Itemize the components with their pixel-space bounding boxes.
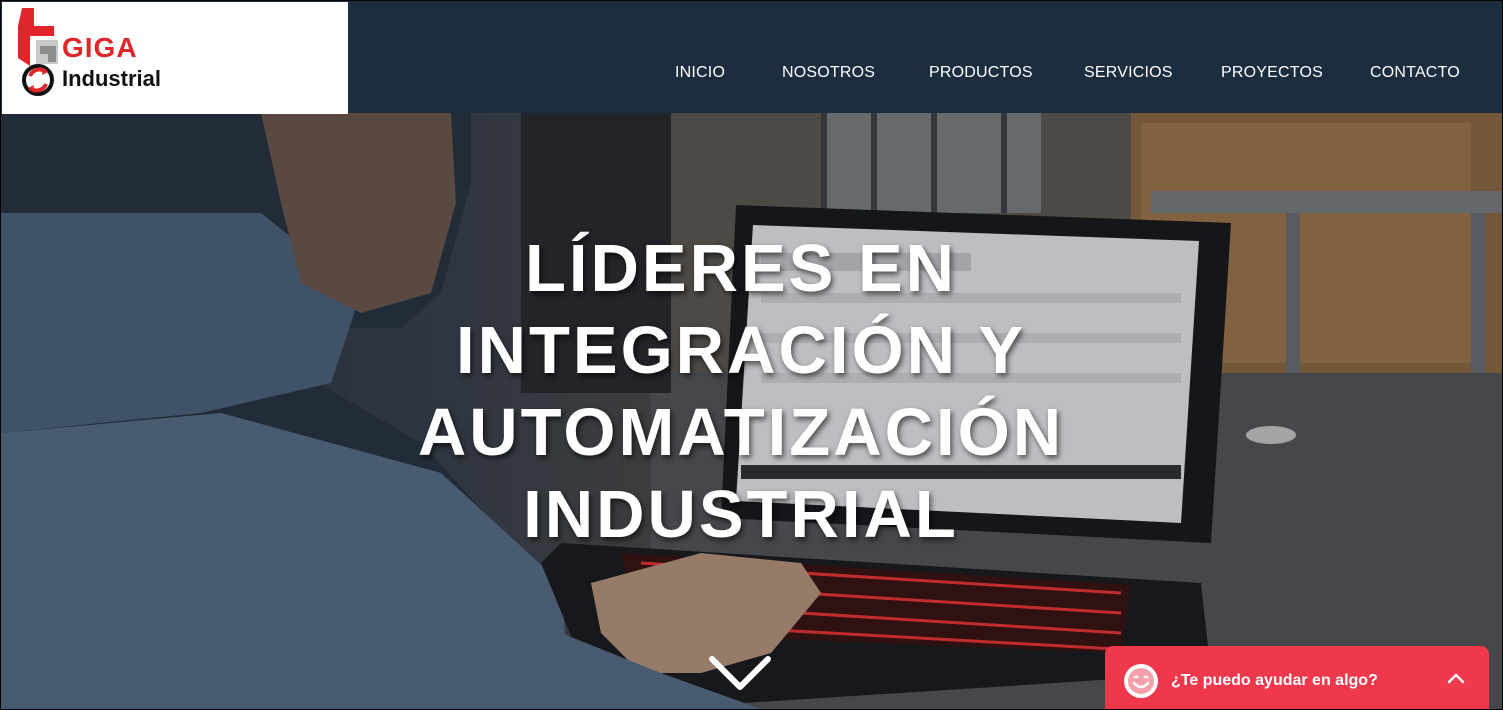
chevron-down-icon[interactable]: [708, 653, 772, 693]
chevron-up-icon[interactable]: [1447, 672, 1465, 684]
chat-widget[interactable]: ¿Te puedo ayudar en algo?: [1105, 646, 1489, 709]
nav-item-productos[interactable]: PRODUCTOS: [929, 64, 1033, 82]
site-header: GIGA Industrial INICIO NOSOTROS PRODUCTO…: [1, 1, 1502, 114]
logo-subtitle: Industrial: [62, 66, 162, 91]
nav-item-proyectos[interactable]: PROYECTOS: [1221, 64, 1323, 82]
nav-item-contacto[interactable]: CONTACTO: [1370, 64, 1460, 82]
hero-title: LÍDERES EN INTEGRACIÓN Y AUTOMATIZACIÓN …: [331, 228, 1151, 556]
logo[interactable]: GIGA Industrial: [2, 2, 348, 114]
hero-title-line: INTEGRACIÓN Y: [455, 313, 1027, 388]
nav-item-inicio[interactable]: INICIO: [675, 64, 725, 82]
logo-brand: GIGA: [62, 32, 138, 63]
chat-label: ¿Te puedo ayudar en algo?: [1171, 672, 1378, 689]
hero-title-line: LÍDERES EN: [524, 231, 958, 306]
nav-item-servicios[interactable]: SERVICIOS: [1084, 64, 1173, 82]
smiley-icon: [1124, 664, 1158, 698]
page-frame: GIGA Industrial INICIO NOSOTROS PRODUCTO…: [0, 0, 1503, 710]
nav-item-nosotros[interactable]: NOSOTROS: [782, 64, 875, 82]
hero-banner: LÍDERES EN INTEGRACIÓN Y AUTOMATIZACIÓN …: [1, 113, 1502, 709]
hero-title-line: AUTOMATIZACIÓN: [417, 395, 1065, 470]
hero-title-line: INDUSTRIAL: [523, 477, 959, 552]
logo-mark-icon: [18, 8, 58, 96]
